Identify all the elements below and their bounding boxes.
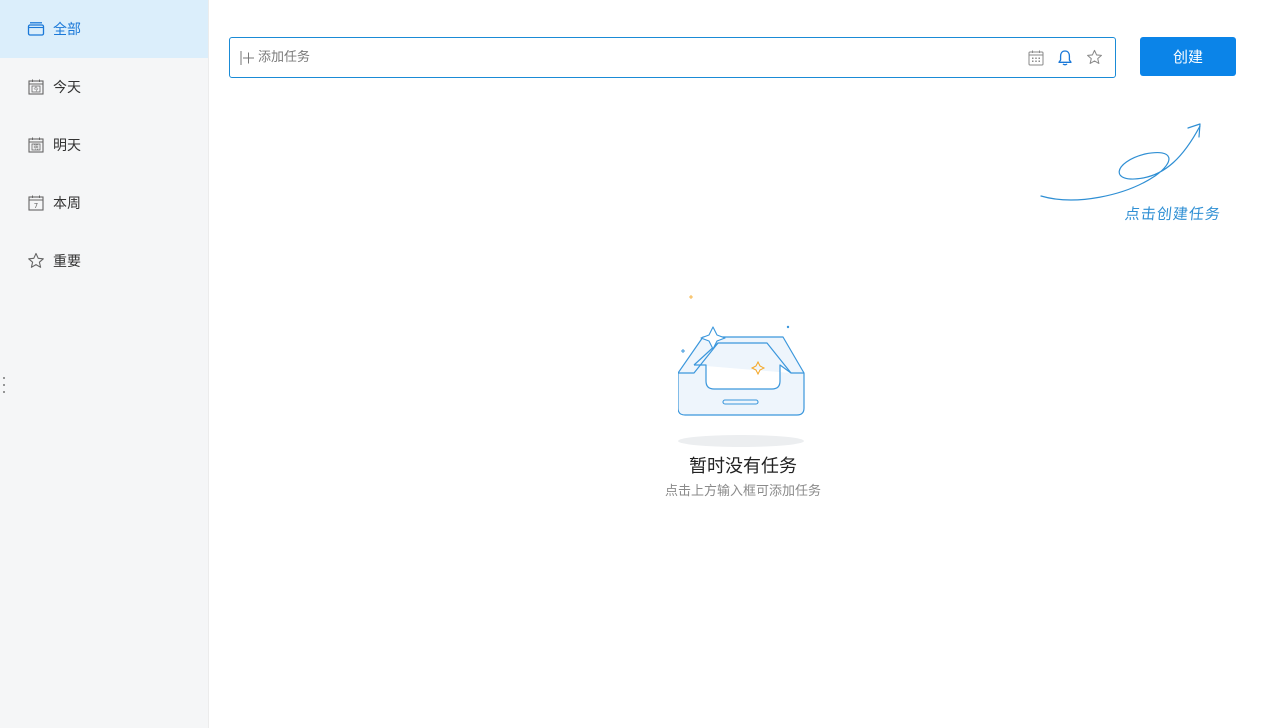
sidebar-item-label: 本周	[53, 196, 81, 212]
sidebar-item-label: 全部	[53, 22, 81, 38]
sidebar-item-week[interactable]: 7 本周	[0, 174, 208, 232]
sidebar-item-tomorrow[interactable]: 明 明天	[0, 116, 208, 174]
task-input[interactable]	[258, 50, 1017, 65]
sidebar-item-label: 明天	[53, 138, 81, 154]
star-icon[interactable]	[1084, 48, 1104, 68]
bell-icon[interactable]	[1055, 48, 1075, 68]
app-window: 全部 今 今天 明 明天 7 本周 重要 添加任务 创建 点击创建任务 暂时没有…	[0, 0, 1268, 728]
sidebar-resize-handle[interactable]	[1, 377, 7, 393]
main-panel: 创建 点击创建任务 暂时没有任务 点击上	[209, 0, 1268, 728]
empty-title: 暂时没有任务	[689, 456, 797, 477]
input-toolbar	[1017, 48, 1104, 68]
empty-inbox-icon	[678, 295, 805, 447]
tomorrow-calendar-icon: 明	[26, 135, 46, 155]
sidebar-item-all[interactable]: 全部	[0, 0, 208, 58]
svg-text:今: 今	[33, 86, 38, 93]
task-input-box[interactable]	[229, 37, 1116, 78]
create-button[interactable]: 创建	[1140, 37, 1236, 76]
week-calendar-icon: 7	[26, 193, 46, 213]
hint-arrow-icon	[1040, 123, 1201, 201]
sidebar-item-today[interactable]: 今 今天	[0, 58, 208, 116]
create-hint: 点击创建任务	[1035, 118, 1235, 228]
sidebar-item-label: 今天	[53, 80, 81, 96]
all-list-icon	[26, 19, 46, 39]
empty-subtitle: 点击上方输入框可添加任务	[664, 484, 821, 499]
star-icon	[26, 251, 46, 271]
add-task-icon	[239, 50, 255, 66]
sidebar: 全部 今 今天 明 明天 7 本周 重要	[0, 0, 209, 728]
hint-text: 点击创建任务	[1124, 205, 1222, 223]
svg-text:7: 7	[34, 202, 38, 210]
svg-text:明: 明	[33, 145, 38, 151]
today-calendar-icon: 今	[26, 77, 46, 97]
sidebar-item-label: 重要	[53, 254, 81, 270]
sidebar-item-important[interactable]: 重要	[0, 232, 208, 290]
calendar-icon[interactable]	[1026, 48, 1046, 68]
